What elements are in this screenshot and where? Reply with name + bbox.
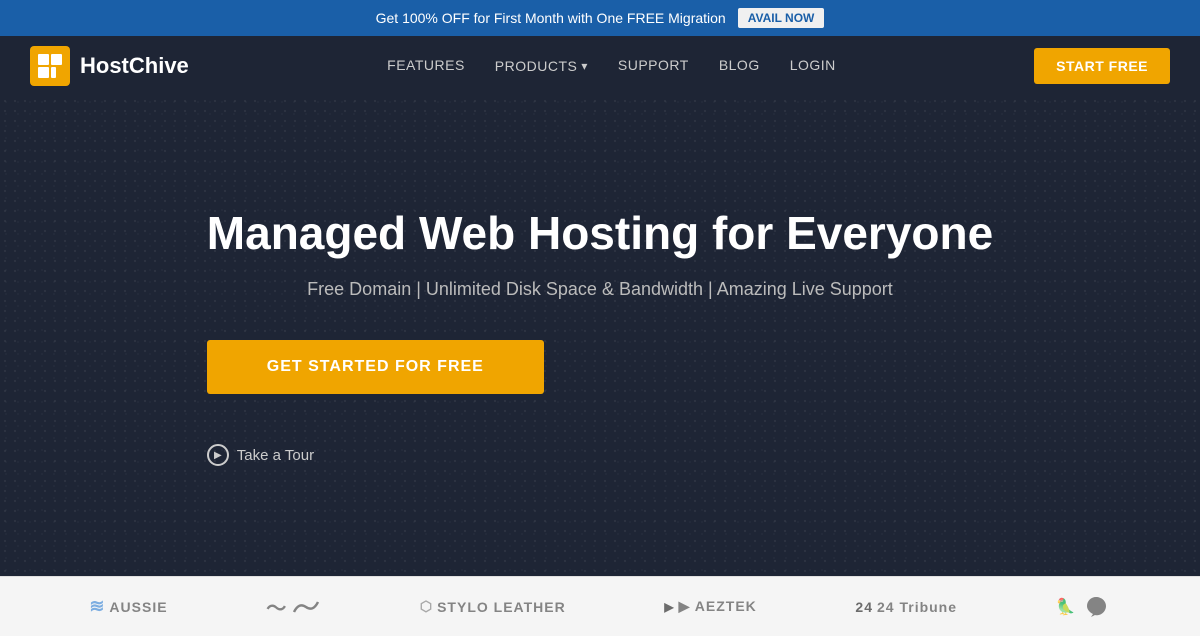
logo-text: HostChive — [80, 53, 189, 79]
logo-icon — [30, 46, 70, 86]
brand-aztek: ▶ AEZTEK — [664, 598, 756, 615]
brand-aztek-label: ▶ AEZTEK — [679, 598, 757, 615]
nav-support[interactable]: SUPPORT — [618, 57, 689, 73]
start-free-button[interactable]: START FREE — [1034, 48, 1170, 84]
brand-stylo-label: STYLO LEATHER — [437, 599, 566, 615]
logo[interactable]: HostChive — [30, 46, 189, 86]
brand-wave — [266, 592, 321, 622]
take-tour-link[interactable]: ▶ Take a Tour — [207, 444, 993, 466]
brand-tribune: 24 Tribune — [855, 599, 957, 615]
hero-title: Managed Web Hosting for Everyone — [207, 206, 993, 261]
brand-stylo: STYLO LEATHER — [420, 598, 566, 615]
nav-blog[interactable]: BLOG — [719, 57, 760, 73]
take-tour-label: Take a Tour — [237, 447, 314, 464]
announcement-bar: Get 100% OFF for First Month with One FR… — [0, 0, 1200, 36]
nav-login[interactable]: LOGIN — [790, 57, 836, 73]
brand-tribune-label: 24 Tribune — [877, 599, 957, 615]
nav-products[interactable]: PRODUCTS — [495, 58, 588, 74]
nav-menu: FEATURES PRODUCTS SUPPORT BLOG LOGIN — [387, 57, 836, 75]
play-icon: ▶ — [207, 444, 229, 466]
announcement-text: Get 100% OFF for First Month with One FR… — [376, 10, 726, 26]
brand-aussie: AUSSIE — [89, 596, 167, 617]
hero-subtitle: Free Domain | Unlimited Disk Space & Ban… — [207, 279, 993, 300]
brand-aussie-label: AUSSIE — [109, 599, 167, 615]
hero-section: Managed Web Hosting for Everyone Free Do… — [0, 96, 1200, 576]
hero-content: Managed Web Hosting for Everyone Free Do… — [207, 206, 993, 466]
nav-features[interactable]: FEATURES — [387, 57, 465, 73]
brand-bird — [1056, 592, 1111, 622]
navbar: HostChive FEATURES PRODUCTS SUPPORT BLOG… — [0, 36, 1200, 96]
brands-bar: AUSSIE STYLO LEATHER ▶ AEZTEK 24 Tribune — [0, 576, 1200, 636]
get-started-button[interactable]: GET STARTED FOR FREE — [207, 340, 544, 394]
avail-now-button[interactable]: AVAIL NOW — [738, 8, 825, 28]
